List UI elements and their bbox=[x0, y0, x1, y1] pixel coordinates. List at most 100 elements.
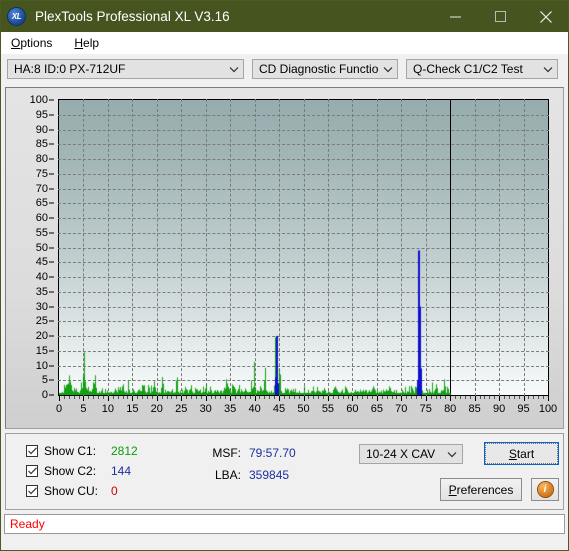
x-tick bbox=[401, 396, 403, 401]
x-tick bbox=[518, 396, 520, 399]
x-tick-label: 40 bbox=[248, 403, 261, 415]
function-select[interactable]: CD Diagnostic Functions bbox=[252, 59, 398, 79]
x-tick bbox=[171, 396, 173, 399]
info-button[interactable]: i bbox=[531, 478, 559, 501]
x-tick bbox=[371, 396, 373, 399]
x-tick bbox=[264, 396, 266, 399]
preferences-accel: P bbox=[448, 482, 457, 497]
show-checkboxes: Show C1: 2812 Show C2: 144 Show CU: 0 bbox=[26, 441, 138, 501]
x-tick-label: 95 bbox=[517, 403, 530, 415]
x-tick-label: 45 bbox=[272, 403, 286, 415]
chevron-down-icon bbox=[539, 66, 557, 73]
app-window: XL PlexTools Professional XL V3.16 Optio… bbox=[0, 0, 569, 551]
c2-count: 144 bbox=[111, 464, 132, 478]
preferences-button[interactable]: Preferences bbox=[440, 478, 522, 501]
chevron-down-icon bbox=[379, 66, 397, 73]
x-tick bbox=[200, 396, 202, 399]
y-axis: 0 5 10 15 20 25 30 35 40 45 50 55 60 65 70 75 80 85 90 95 10… bbox=[6, 94, 54, 401]
minimize-icon[interactable] bbox=[433, 1, 478, 32]
x-tick bbox=[445, 396, 447, 399]
x-tick bbox=[484, 396, 486, 399]
y-tick-label: 90 bbox=[35, 123, 48, 136]
start-button[interactable]: Start bbox=[484, 442, 559, 465]
x-tick bbox=[533, 396, 535, 399]
x-tick bbox=[391, 396, 393, 399]
x-tick bbox=[83, 396, 85, 401]
x-tick bbox=[205, 396, 207, 401]
y-tick-label: 20 bbox=[35, 330, 48, 342]
y-tick bbox=[49, 394, 54, 396]
x-tick bbox=[186, 396, 188, 399]
y-tick bbox=[49, 114, 54, 116]
drive-select[interactable]: HA:8 ID:0 PX-712UF bbox=[7, 59, 244, 79]
close-icon[interactable] bbox=[523, 1, 568, 32]
y-tick-label: 0 bbox=[41, 389, 48, 401]
x-tick bbox=[464, 396, 466, 399]
y-tick-label: 60 bbox=[35, 212, 48, 224]
x-tick bbox=[288, 396, 290, 399]
y-tick-label: 75 bbox=[35, 167, 48, 180]
speed-select[interactable]: 10-24 X CAV bbox=[359, 444, 463, 464]
preferences-label: references bbox=[456, 482, 514, 497]
info-icon: i bbox=[537, 482, 553, 497]
x-tick bbox=[147, 396, 149, 399]
x-tick bbox=[210, 396, 212, 399]
msf-value: 79:57.70 bbox=[249, 446, 296, 460]
lba-label: LBA: bbox=[214, 468, 241, 482]
window-controls bbox=[433, 1, 568, 32]
x-tick bbox=[420, 396, 422, 399]
x-tick bbox=[176, 396, 178, 399]
x-tick bbox=[117, 396, 119, 399]
x-tick-label: 5 bbox=[80, 403, 87, 415]
show-c1-row[interactable]: Show C1: 2812 bbox=[26, 441, 138, 461]
x-tick bbox=[352, 396, 354, 401]
x-tick bbox=[166, 396, 168, 399]
title-bar: XL PlexTools Professional XL V3.16 bbox=[1, 1, 568, 32]
maximize-icon[interactable] bbox=[478, 1, 523, 32]
show-c2-checkbox[interactable] bbox=[26, 465, 38, 477]
show-c1-checkbox[interactable] bbox=[26, 445, 38, 457]
x-tick bbox=[342, 396, 344, 399]
x-tick bbox=[303, 396, 305, 401]
y-tick bbox=[49, 188, 54, 189]
x-tick bbox=[508, 396, 510, 399]
show-cu-row[interactable]: Show CU: 0 bbox=[26, 481, 138, 501]
lba-row: LBA: 359845 bbox=[199, 464, 296, 486]
x-tick bbox=[459, 396, 461, 399]
x-tick bbox=[68, 396, 70, 399]
x-axis: 0 5 10 15 20 25 30 35 40 45 50 55 60 65 70 75 80 85 90 95 10… bbox=[55, 396, 557, 426]
x-tick bbox=[538, 396, 540, 399]
y-tick bbox=[49, 379, 54, 381]
x-tick-label: 0 bbox=[55, 403, 63, 415]
x-tick bbox=[327, 396, 329, 401]
x-tick bbox=[244, 396, 246, 399]
show-c2-label: Show C2: bbox=[44, 464, 97, 478]
x-tick bbox=[440, 396, 442, 399]
x-tick bbox=[337, 396, 339, 399]
menu-item-help[interactable]: Help bbox=[70, 35, 103, 51]
x-tick bbox=[323, 396, 325, 399]
x-tick bbox=[283, 396, 285, 399]
x-tick bbox=[332, 396, 334, 399]
show-c2-row[interactable]: Show C2: 144 bbox=[26, 461, 138, 481]
y-tick-label: 50 bbox=[35, 241, 48, 254]
y-tick-label: 35 bbox=[35, 285, 48, 298]
drive-select-label: HA:8 ID:0 PX-712UF bbox=[14, 62, 126, 76]
y-tick bbox=[49, 365, 54, 366]
y-tick-label: 45 bbox=[35, 256, 48, 269]
error-rate-trace bbox=[59, 100, 548, 395]
x-tick bbox=[225, 396, 227, 399]
y-tick-label: 10 bbox=[35, 359, 48, 372]
lba-value: 359845 bbox=[249, 468, 290, 482]
x-tick bbox=[220, 396, 222, 399]
show-cu-checkbox[interactable] bbox=[26, 485, 38, 497]
cu-count: 0 bbox=[111, 484, 118, 498]
test-select[interactable]: Q-Check C1/C2 Test bbox=[406, 59, 558, 79]
y-tick bbox=[49, 291, 54, 293]
y-tick-label: 25 bbox=[35, 315, 48, 328]
menu-item-options[interactable]: Options bbox=[7, 35, 56, 51]
y-tick-label: 5 bbox=[41, 374, 48, 387]
x-tick bbox=[239, 396, 241, 399]
x-tick bbox=[195, 396, 197, 399]
x-tick bbox=[156, 396, 158, 401]
